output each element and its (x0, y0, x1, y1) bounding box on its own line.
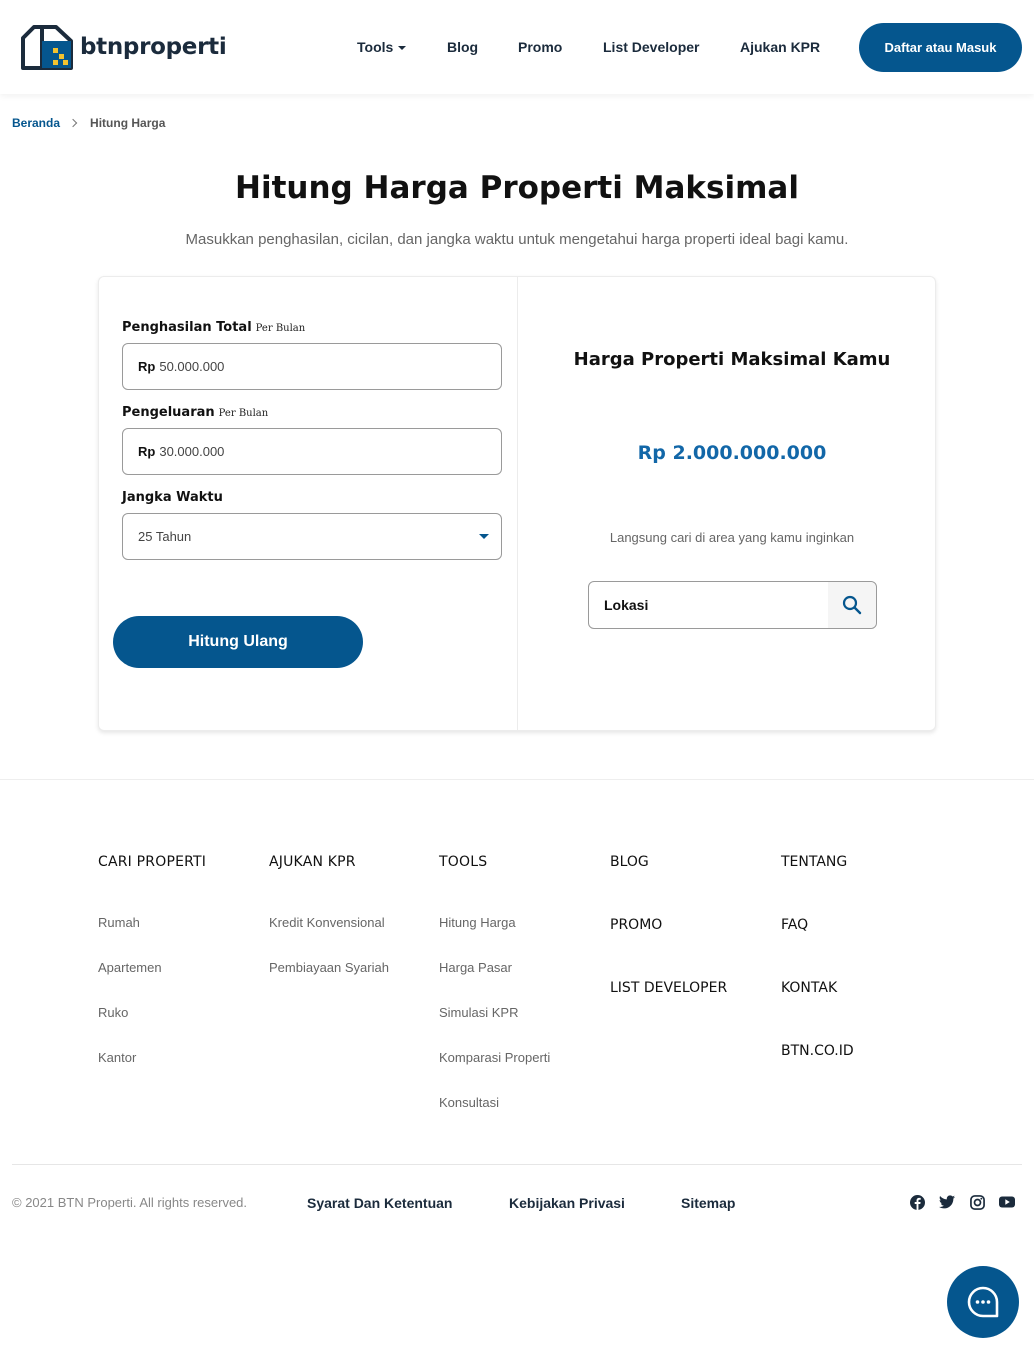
footer-link-list: Hitung Harga Harga Pasar Simulasi KPR Ko… (439, 900, 609, 1125)
income-input[interactable]: Rp 50.000.000 (122, 343, 502, 390)
footer-link-kontak[interactable]: KONTAK (781, 977, 951, 1040)
chat-bubble-icon (967, 1286, 999, 1318)
expense-input[interactable]: Rp 30.000.000 (122, 428, 502, 475)
footer-link-konsultasi[interactable]: Konsultasi (439, 1080, 609, 1125)
nav-blog[interactable]: Blog (447, 39, 478, 55)
footer-link-hitung-harga[interactable]: Hitung Harga (439, 900, 609, 945)
site-header: btnproperti Tools Blog Promo List Develo… (0, 0, 1034, 94)
expense-value: 30.000.000 (159, 444, 225, 459)
twitter-icon[interactable] (939, 1194, 955, 1210)
location-search: Lokasi (588, 581, 877, 629)
footer-link-faq[interactable]: FAQ (781, 914, 951, 977)
breadcrumb: Beranda Hitung Harga (12, 116, 165, 130)
footer-heading: AJUKAN KPR (269, 854, 356, 870)
house-logo-icon (21, 25, 73, 70)
brand-name: btnproperti (80, 34, 227, 60)
footer-link-list: Kredit Konvensional Pembiayaan Syariah (269, 900, 439, 990)
chevron-down-icon (398, 46, 407, 51)
footer-col-stack-1: BLOG PROMO LIST DEVELOPER (610, 851, 780, 1040)
term-value: 25 Tahun (138, 529, 192, 544)
income-label: Penghasilan Total Per Bulan (122, 320, 305, 335)
income-label-text: Penghasilan Total (122, 320, 252, 335)
footer-divider (12, 1164, 1022, 1165)
footer-col-cari-properti: CARI PROPERTI Rumah Apartemen Ruko Kanto… (98, 851, 268, 1080)
nav-tools-label: Tools (357, 39, 394, 55)
caret-down-icon (479, 534, 489, 539)
location-search-button[interactable] (828, 582, 876, 628)
expense-unit: Per Bulan (218, 408, 269, 419)
footer-link-blog[interactable]: BLOG (610, 851, 780, 914)
breadcrumb-home-link[interactable]: Beranda (12, 116, 60, 130)
search-icon (842, 595, 862, 615)
nav-promo[interactable]: Promo (518, 39, 562, 55)
footer-divider-top (0, 779, 1034, 780)
recalculate-button[interactable]: Hitung Ulang (113, 616, 363, 668)
income-currency-prefix: Rp (138, 359, 156, 374)
footer-link-list: Rumah Apartemen Ruko Kantor (98, 900, 268, 1080)
footer-link-btn-co-id[interactable]: BTN.CO.ID (781, 1040, 951, 1103)
footer-col-tools: TOOLS Hitung Harga Harga Pasar Simulasi … (439, 851, 609, 1125)
expense-currency-prefix: Rp (138, 444, 156, 459)
nav-tools[interactable]: Tools (357, 39, 407, 55)
footer-heading: TOOLS (439, 854, 488, 870)
footer-link-privacy[interactable]: Kebijakan Privasi (509, 1195, 625, 1211)
term-label: Jangka Waktu (122, 490, 223, 505)
footer-link-kredit-konvensional[interactable]: Kredit Konvensional (269, 900, 439, 945)
nav-ajukan-kpr[interactable]: Ajukan KPR (740, 39, 820, 55)
instagram-icon[interactable] (969, 1194, 985, 1210)
chat-button[interactable] (947, 1266, 1019, 1338)
youtube-icon[interactable] (999, 1194, 1015, 1210)
footer-link-pembiayaan-syariah[interactable]: Pembiayaan Syariah (269, 945, 439, 990)
card-divider (517, 277, 518, 730)
breadcrumb-current: Hitung Harga (90, 116, 166, 130)
footer-link-apartemen[interactable]: Apartemen (98, 945, 268, 990)
footer-link-simulasi-kpr[interactable]: Simulasi KPR (439, 990, 609, 1035)
copyright-text: © 2021 BTN Properti. All rights reserved… (12, 1195, 248, 1210)
footer-link-promo[interactable]: PROMO (610, 914, 780, 977)
brand-logo[interactable]: btnproperti (20, 24, 227, 70)
page-title: Hitung Harga Properti Maksimal (235, 170, 799, 206)
register-login-button[interactable]: Daftar atau Masuk (859, 23, 1022, 72)
footer-link-komparasi-properti[interactable]: Komparasi Properti (439, 1035, 609, 1080)
chevron-right-icon (68, 118, 78, 128)
income-value: 50.000.000 (159, 359, 225, 374)
page-subtitle: Masukkan penghasilan, cicilan, dan jangk… (185, 231, 849, 248)
footer-link-sitemap[interactable]: Sitemap (681, 1195, 735, 1211)
expense-label-text: Pengeluaran (122, 405, 215, 420)
nav-list-developer[interactable]: List Developer (603, 39, 699, 55)
footer-col-stack-2: TENTANG FAQ KONTAK BTN.CO.ID (781, 851, 951, 1103)
expense-label: Pengeluaran Per Bulan (122, 405, 268, 420)
result-title: Harga Properti Maksimal Kamu (573, 349, 891, 370)
footer-link-kantor[interactable]: Kantor (98, 1035, 268, 1080)
result-value: Rp 2.000.000.000 (637, 442, 827, 464)
footer-link-terms[interactable]: Syarat Dan Ketentuan (307, 1195, 452, 1211)
term-select[interactable]: 25 Tahun (122, 513, 502, 560)
footer-link-rumah[interactable]: Rumah (98, 900, 268, 945)
result-hint: Langsung cari di area yang kamu inginkan (609, 530, 855, 545)
footer-link-tentang[interactable]: TENTANG (781, 851, 951, 914)
location-input[interactable]: Lokasi (589, 582, 829, 628)
calculator-card: Penghasilan Total Per Bulan Rp 50.000.000… (98, 276, 936, 731)
facebook-icon[interactable] (909, 1194, 925, 1210)
income-unit: Per Bulan (255, 323, 306, 334)
footer-link-list-developer[interactable]: LIST DEVELOPER (610, 977, 780, 1040)
footer-heading: CARI PROPERTI (98, 854, 207, 870)
footer-col-ajukan-kpr: AJUKAN KPR Kredit Konvensional Pembiayaa… (269, 851, 439, 990)
footer-link-ruko[interactable]: Ruko (98, 990, 268, 1035)
footer-link-harga-pasar[interactable]: Harga Pasar (439, 945, 609, 990)
